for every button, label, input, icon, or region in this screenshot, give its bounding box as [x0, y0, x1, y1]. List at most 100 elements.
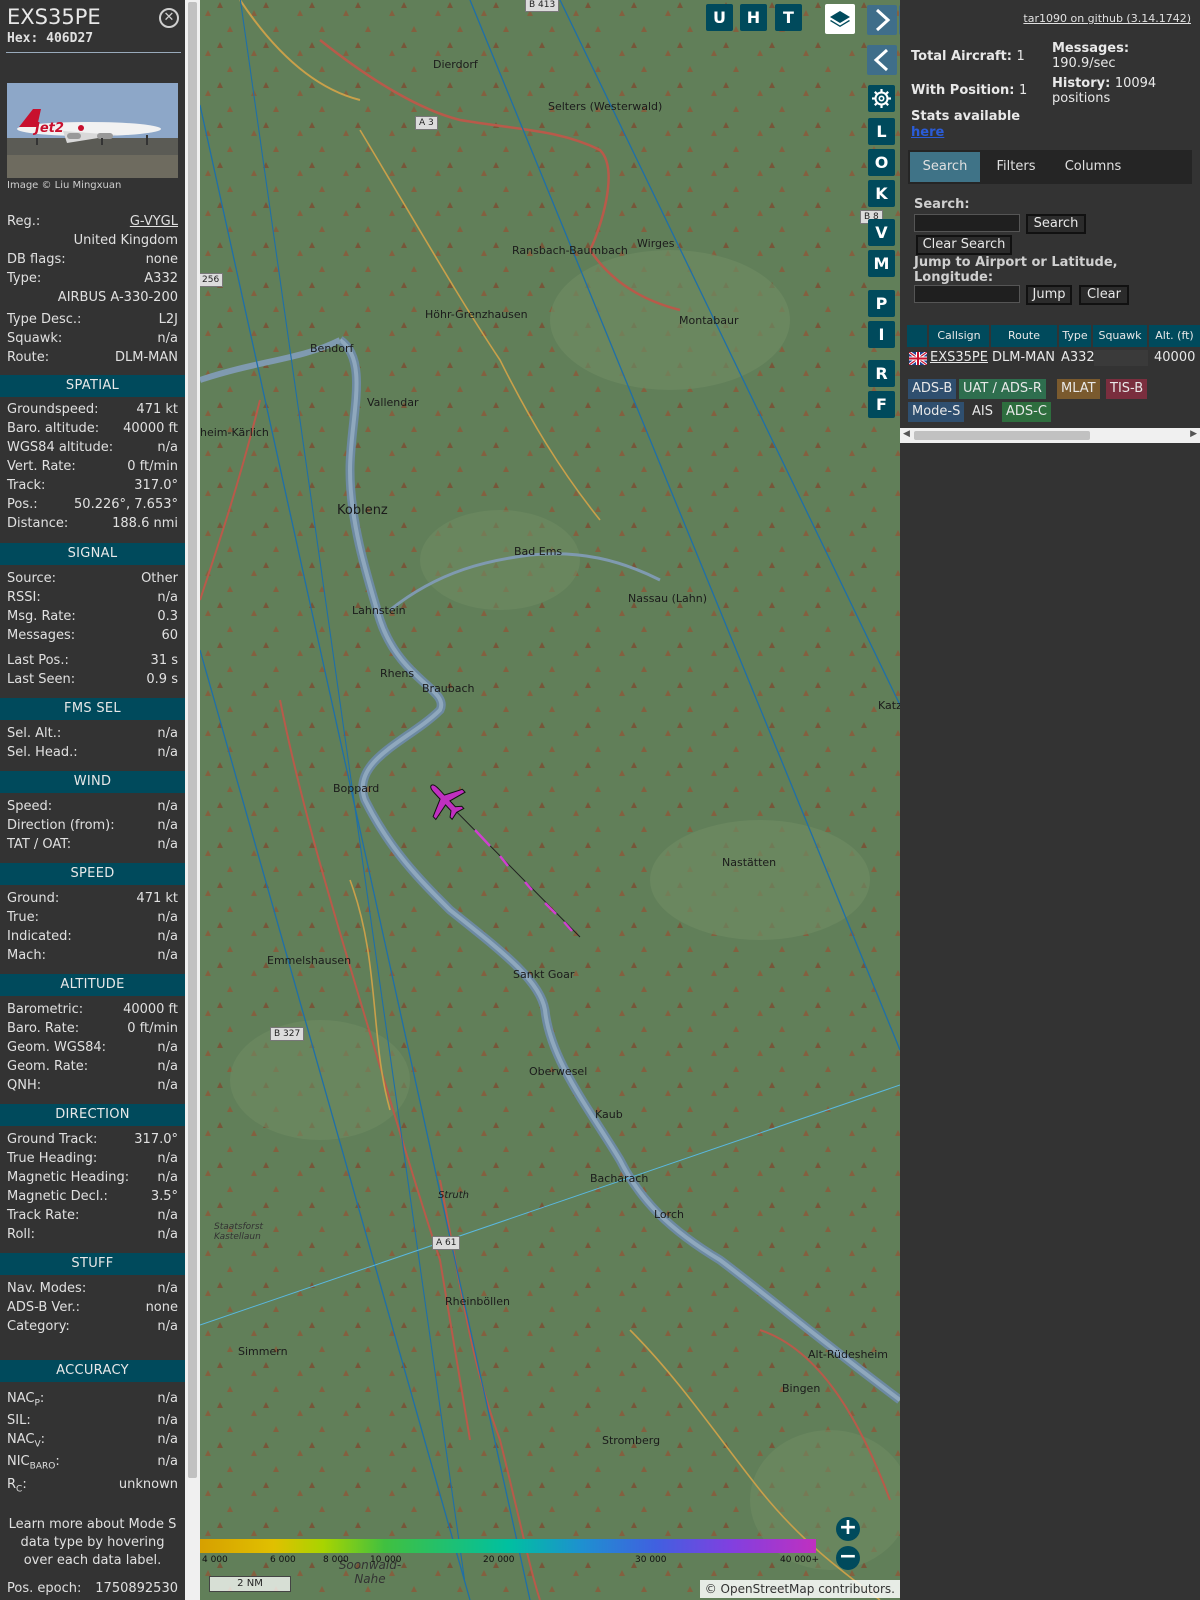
signal-label: Messages: [7, 628, 76, 643]
nicbaro-label: NICBARO: [7, 1454, 60, 1472]
section-speed: SPEED [0, 863, 185, 885]
signal-label: Msg. Rate: [7, 609, 76, 624]
direction-label: Magnetic Decl.: [7, 1189, 108, 1204]
column-header-route[interactable]: Route [991, 325, 1057, 347]
signal-row: RSSI: n/a [7, 589, 178, 607]
messages-rate: Messages: 190.9/sec [1052, 41, 1130, 71]
toggle-m-button[interactable]: M [868, 250, 895, 277]
tab-search[interactable]: Search [910, 152, 980, 182]
section-direction: DIRECTION [0, 1104, 185, 1126]
column-header-type[interactable]: Type [1059, 325, 1091, 347]
toggle-f-button[interactable]: F [868, 391, 895, 418]
town-label: Selters (Westerwald) [548, 100, 663, 113]
toggle-l-button[interactable]: L [868, 118, 895, 145]
spatial-value: 317.0° [134, 478, 178, 493]
source-chip-modes[interactable]: Mode-S [908, 402, 965, 422]
close-icon[interactable]: ✕ [159, 8, 179, 28]
source-chip-adsb[interactable]: ADS-B [908, 379, 957, 399]
toggle-o-button[interactable]: O [868, 149, 895, 176]
town-label: Koblenz [337, 503, 388, 518]
type-name-row: AIRBUS A-330-200 [7, 289, 178, 307]
toggle-p-button[interactable]: P [868, 290, 895, 317]
direction-label: Track Rate: [7, 1208, 80, 1223]
signal-value: 0.9 s [146, 672, 178, 687]
scrollbar-thumb[interactable] [188, 2, 197, 1478]
column-header-squawk[interactable]: Squawk [1093, 325, 1147, 347]
town-label: Bad Ems [514, 545, 563, 558]
settings-button[interactable] [868, 85, 895, 112]
signal-row: Msg. Rate: 0.3 [7, 608, 178, 626]
source-chip-adsc[interactable]: ADS-C [1002, 402, 1051, 422]
aircraft-info-panel: EXS35PE ✕ Hex: 406D27 Jet2 Image © Liu M… [0, 0, 185, 1600]
direction-row: Magnetic Heading: n/a [7, 1169, 178, 1187]
direction-value: n/a [157, 1208, 178, 1223]
town-label: Rhens [380, 667, 415, 680]
rc-label: RC: [7, 1477, 27, 1495]
zoom-in-button[interactable]: + [836, 1517, 860, 1541]
registration-link[interactable]: G-VYGL [130, 213, 178, 231]
stuff-label: ADS-B Ver.: [7, 1300, 80, 1315]
map-view[interactable]: Dierdorf Selters (Westerwald) Ransbach-B… [200, 0, 900, 1600]
nacp-label: NACP: [7, 1391, 45, 1409]
row-squawk [1094, 350, 1148, 366]
toggle-t-button[interactable]: T [775, 4, 802, 31]
toggle-r-button[interactable]: R [868, 360, 895, 387]
search-input[interactable] [914, 214, 1020, 232]
column-header-callsign[interactable]: Callsign [929, 325, 989, 347]
spatial-value: 50.226°, 7.653° [74, 497, 178, 512]
source-chip-tisb[interactable]: TIS-B [1106, 379, 1148, 399]
scrollbar-thumb[interactable] [914, 431, 1090, 440]
info-panel-scrollbar[interactable] [185, 0, 200, 1600]
toggle-u-button[interactable]: U [706, 4, 733, 31]
tab-columns[interactable]: Columns [1052, 152, 1134, 182]
column-header-flag[interactable] [907, 325, 927, 347]
toggle-v-button[interactable]: V [868, 219, 895, 246]
source-chip-mlat[interactable]: MLAT [1057, 379, 1100, 399]
tab-filters[interactable]: Filters [982, 152, 1050, 182]
source-chip-uat[interactable]: UAT / ADS-R [959, 379, 1046, 399]
scroll-right-icon[interactable]: ▶ [1190, 429, 1197, 439]
aircraft-photo[interactable]: Jet2 [7, 83, 178, 178]
osm-link[interactable]: OpenStreetMap [721, 1582, 815, 1596]
direction-row: Ground Track: 317.0° [7, 1131, 178, 1149]
stats-link[interactable]: here [911, 125, 944, 140]
spatial-row: Baro. altitude: 40000 ft [7, 420, 178, 438]
wind-label: Direction (from): [7, 818, 115, 833]
town-label: Simmern [238, 1345, 288, 1358]
clear-button[interactable]: Clear [1079, 285, 1129, 305]
stuff-value: n/a [157, 1319, 178, 1334]
squawk-row: Squawk: n/a [7, 330, 178, 348]
column-header-altitude[interactable]: Alt. (ft) [1149, 325, 1200, 347]
toggle-i-button[interactable]: I [868, 321, 895, 348]
expand-sidebar-button[interactable] [867, 5, 897, 35]
spatial-label: Groundspeed: [7, 402, 99, 417]
toggle-h-button[interactable]: H [740, 4, 767, 31]
signal-row: Last Pos.: 31 s [7, 652, 178, 670]
clear-search-button[interactable]: Clear Search [916, 235, 1012, 255]
github-link[interactable]: tar1090 on github (3.14.1742) [1023, 12, 1191, 25]
signal-row: Last Seen: 0.9 s [7, 671, 178, 689]
total-aircraft: Total Aircraft: 1 [911, 49, 1025, 64]
jump-button[interactable]: Jump [1026, 285, 1072, 305]
jump-input[interactable] [914, 285, 1020, 303]
source-chip-ais[interactable]: AIS [968, 402, 997, 422]
wind-label: TAT / OAT: [7, 837, 72, 852]
section-wind: WIND [0, 771, 185, 793]
scroll-left-icon[interactable]: ◀ [903, 429, 910, 439]
direction-value: 3.5° [150, 1189, 178, 1204]
spatial-value: n/a [157, 440, 178, 455]
road-label: A 3 [415, 116, 438, 130]
toggle-k-button[interactable]: K [868, 180, 895, 207]
fms-row: Sel. Alt.: n/a [7, 725, 178, 743]
table-horizontal-scrollbar[interactable]: ◀ ▶ [900, 428, 1200, 443]
direction-label: Roll: [7, 1227, 36, 1242]
altitude-row: QNH: n/a [7, 1077, 178, 1095]
stuff-value: n/a [157, 1281, 178, 1296]
collapse-sidebar-button[interactable] [867, 45, 897, 75]
spatial-label: Vert. Rate: [7, 459, 76, 474]
row-callsign-link[interactable]: EXS35PE [930, 350, 988, 365]
layers-button[interactable] [825, 4, 855, 34]
speed-label: Mach: [7, 948, 46, 963]
zoom-out-button[interactable]: − [836, 1546, 860, 1570]
search-button[interactable]: Search [1026, 214, 1086, 234]
